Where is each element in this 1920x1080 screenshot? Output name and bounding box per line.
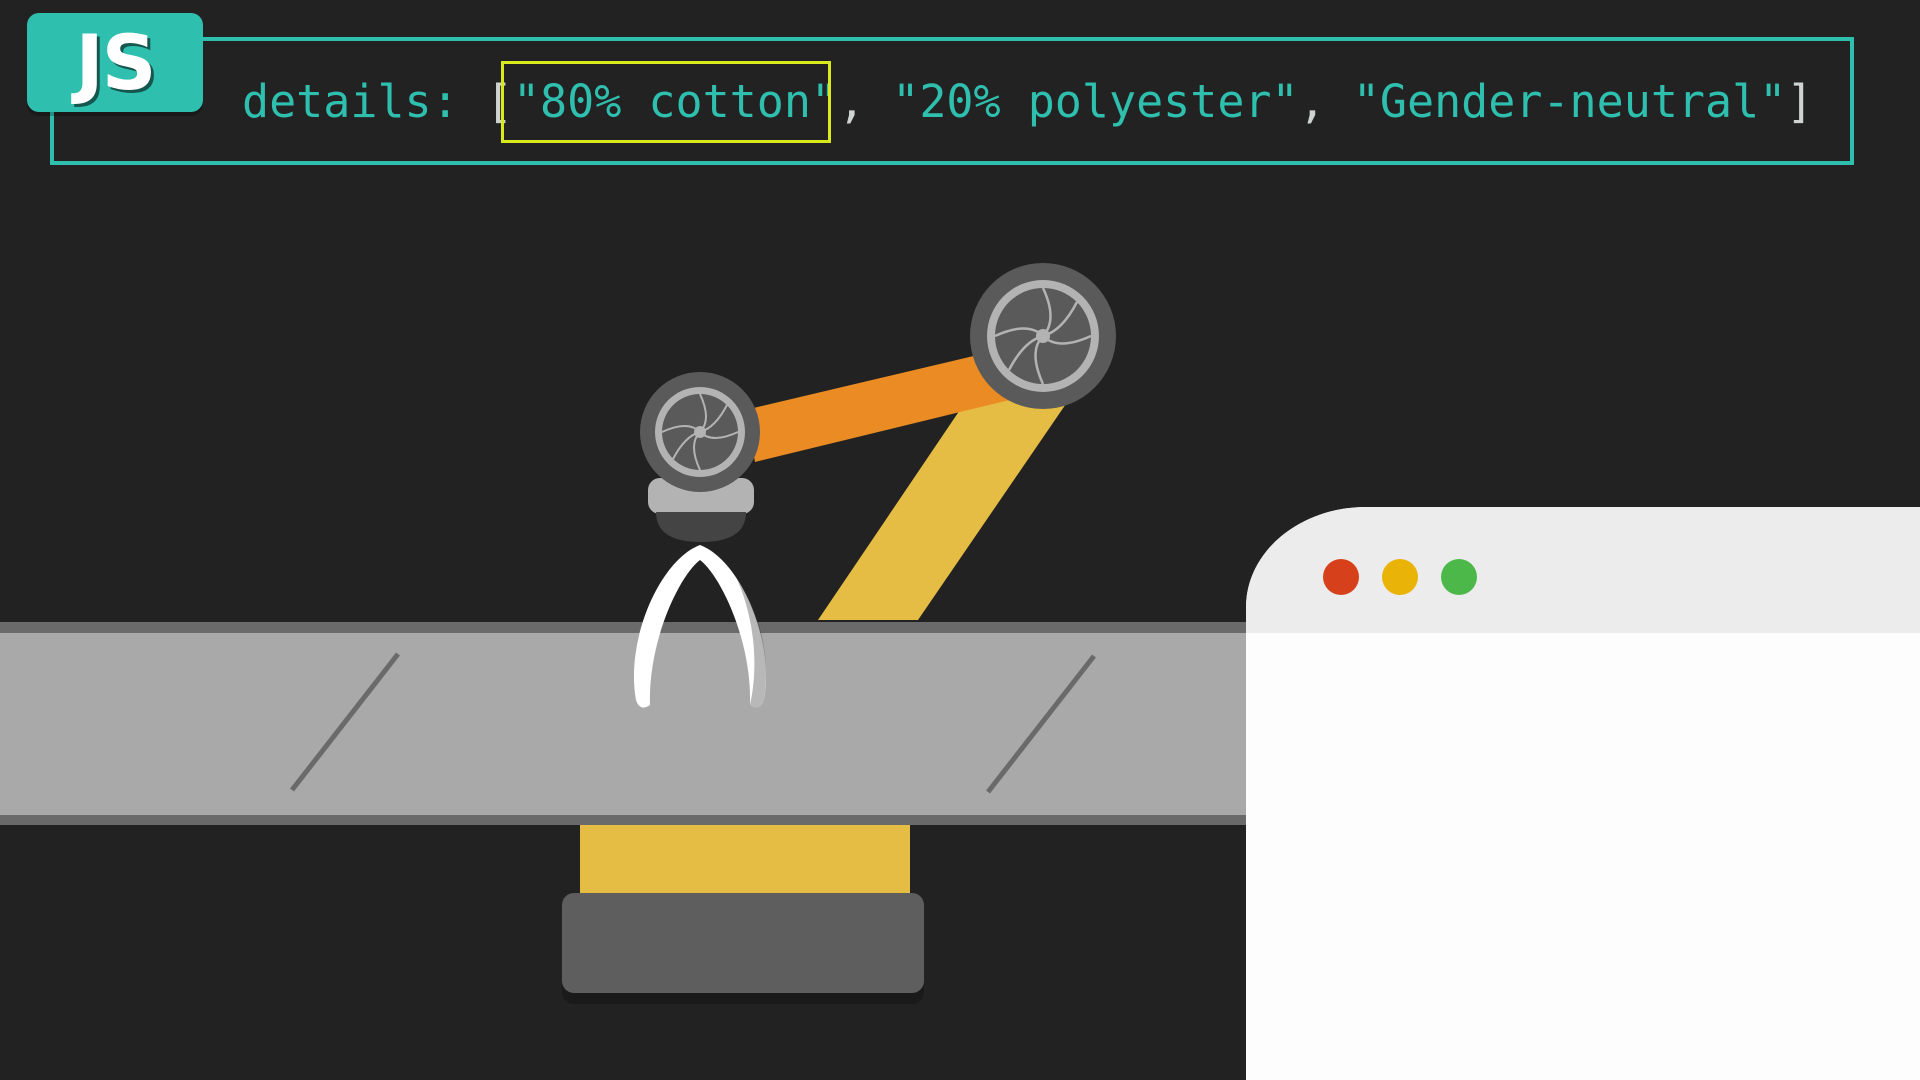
gripper-mount [656, 512, 746, 542]
joint-right-hub [1036, 329, 1050, 343]
code-separator: , [838, 75, 866, 128]
code-close-bracket: ] [1786, 75, 1814, 128]
conveyor-top-edge [0, 622, 1246, 634]
code-key: details: [242, 75, 459, 128]
minimize-dot[interactable] [1382, 559, 1418, 595]
code-separator: , [1298, 75, 1326, 128]
browser-title-bar [1246, 507, 1920, 633]
code-line: details: ["80% cotton", "20% polyester",… [242, 72, 1813, 132]
arm-base-column [580, 820, 910, 900]
js-badge: JS [27, 13, 203, 112]
conveyor-belt [0, 633, 1246, 815]
code-item: "Gender-neutral" [1352, 75, 1787, 128]
arm-base [562, 893, 924, 993]
conveyor-bottom-edge [0, 815, 1246, 825]
close-dot[interactable] [1323, 559, 1359, 595]
stage: details: ["80% cotton", "20% polyester",… [0, 0, 1920, 1080]
browser-window [1246, 507, 1920, 1080]
code-item: "20% polyester" [892, 75, 1299, 128]
joint-left-hub [694, 426, 706, 438]
highlight-box [501, 61, 831, 143]
maximize-dot[interactable] [1441, 559, 1477, 595]
